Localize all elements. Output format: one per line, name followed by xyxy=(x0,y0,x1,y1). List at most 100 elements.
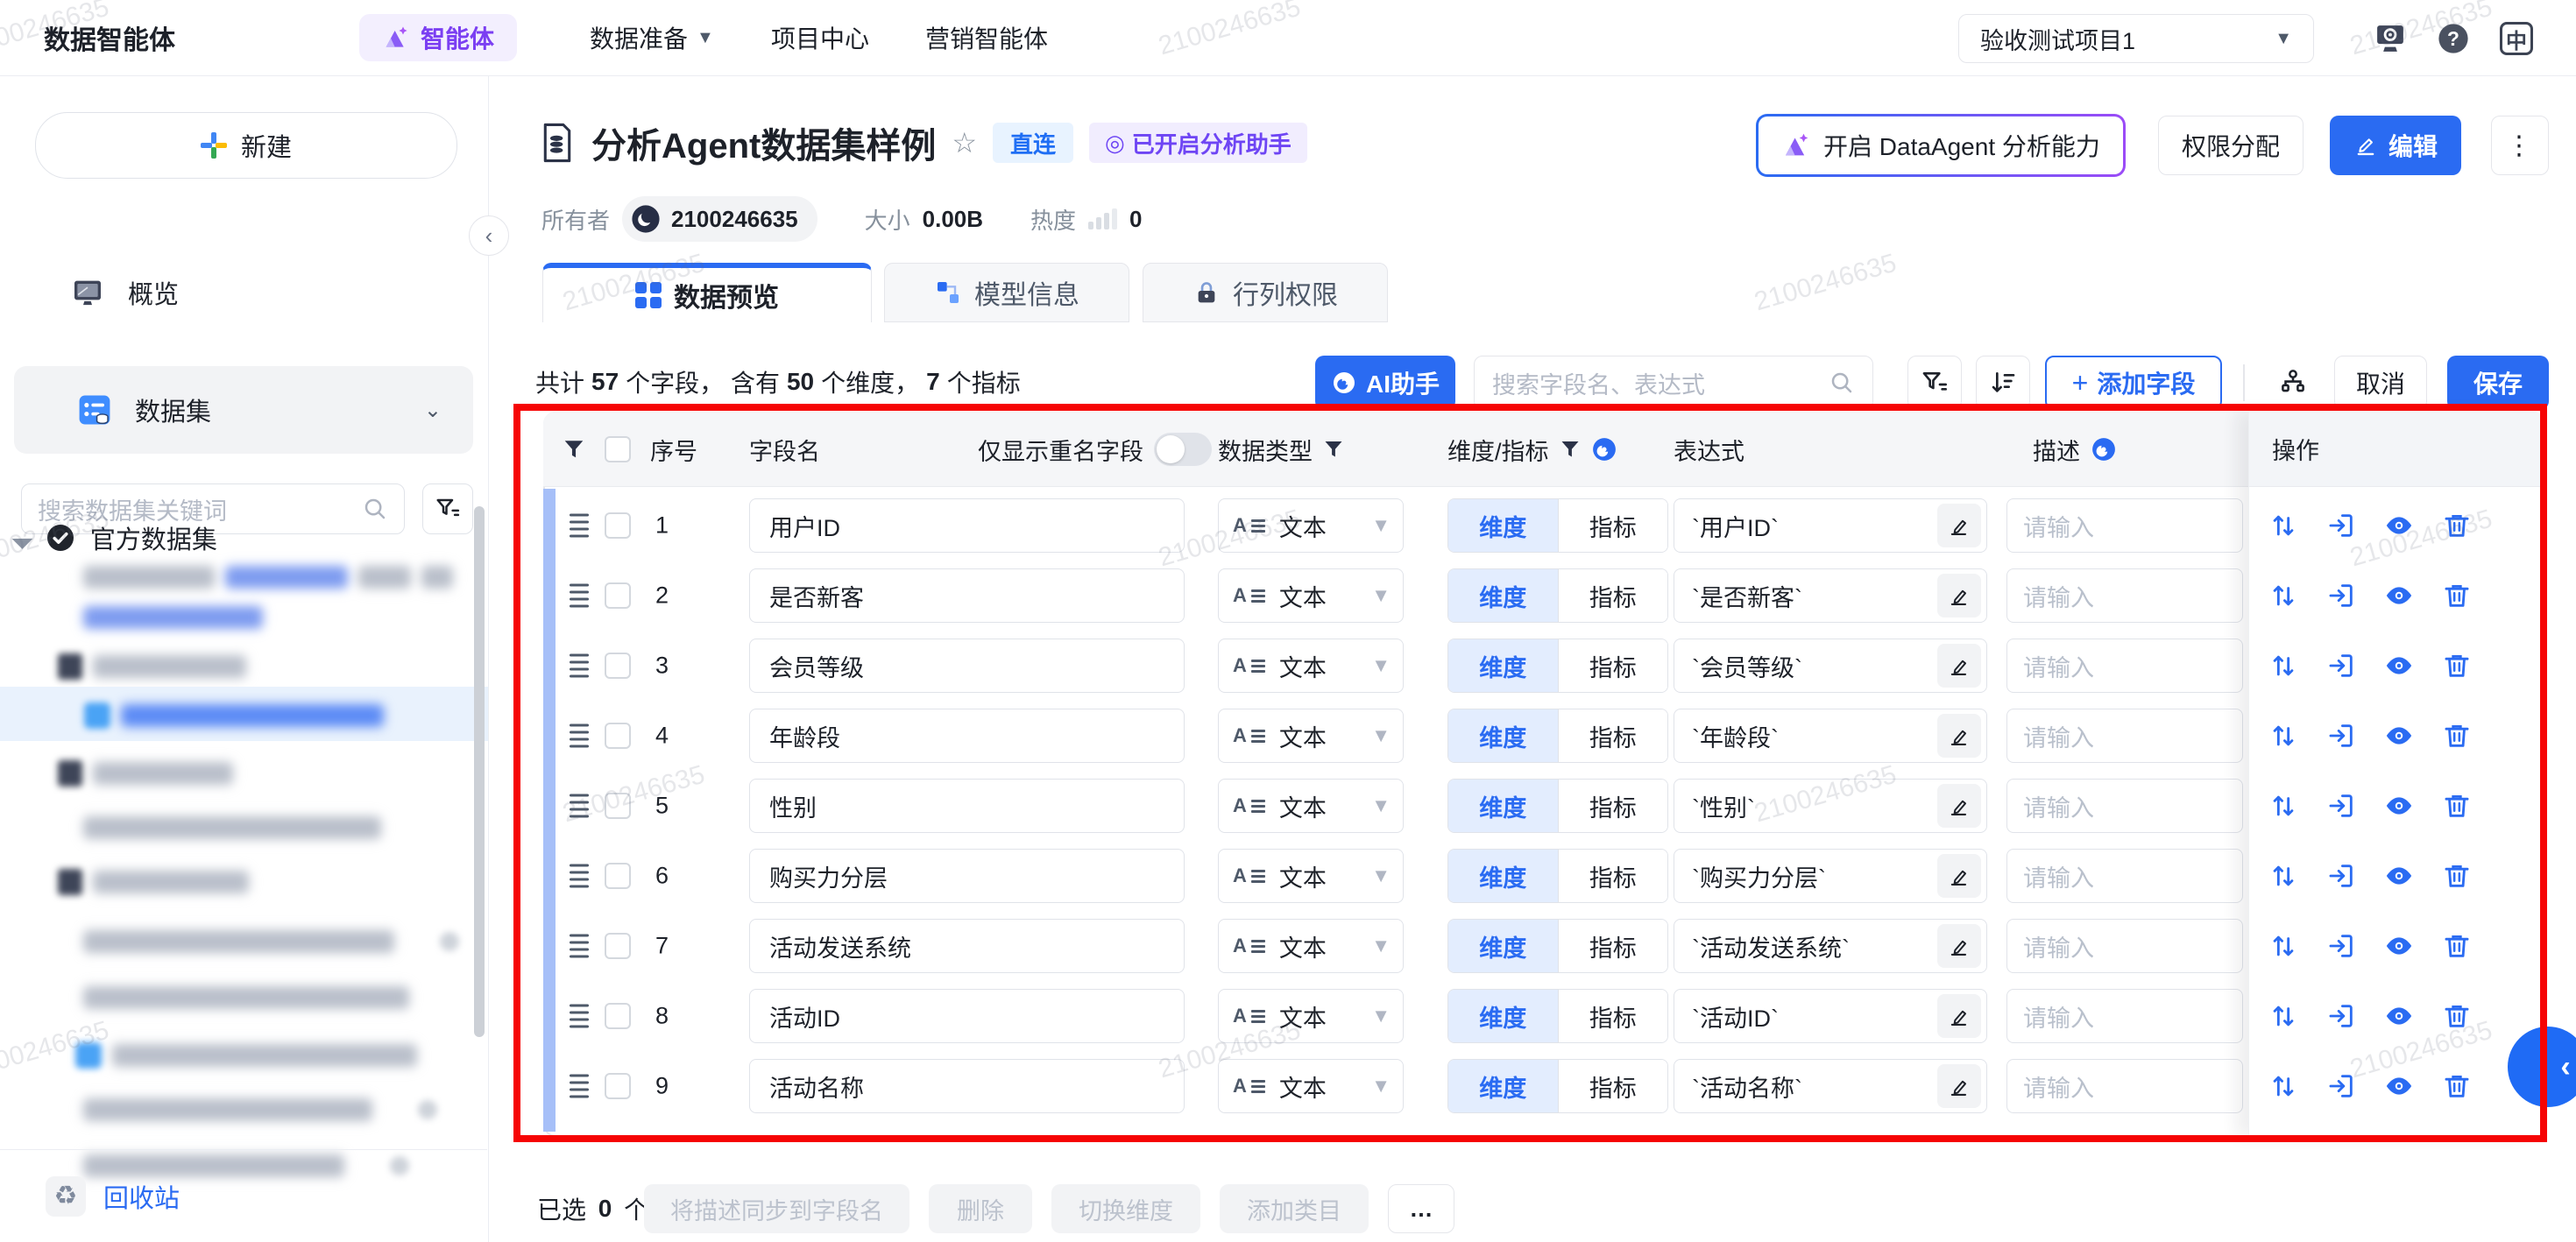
data-type-select[interactable]: A 文本 ▼ xyxy=(1218,568,1404,623)
new-button[interactable]: 新建 xyxy=(35,112,457,179)
visibility-eye-icon[interactable] xyxy=(2384,791,2414,821)
extract-field-icon[interactable] xyxy=(2326,1001,2356,1031)
visibility-eye-icon[interactable] xyxy=(2384,1001,2414,1031)
field-name-input[interactable]: 活动名称 xyxy=(749,1059,1185,1113)
extract-field-icon[interactable] xyxy=(2326,721,2356,751)
sidebar-item-redacted[interactable] xyxy=(75,1042,417,1069)
drag-handle-icon[interactable] xyxy=(570,514,589,538)
dimension-option[interactable]: 维度 xyxy=(1448,1060,1558,1112)
delete-trash-icon[interactable] xyxy=(2442,1071,2472,1101)
delete-trash-icon[interactable] xyxy=(2442,721,2472,751)
expression-input[interactable]: `活动名称` xyxy=(1674,1059,1987,1113)
ai-swirl-icon[interactable] xyxy=(2091,436,2117,462)
add-category-button[interactable]: 添加类目 xyxy=(1220,1184,1369,1233)
field-name-input[interactable]: 性别 xyxy=(749,779,1185,833)
swap-order-icon[interactable] xyxy=(2268,721,2298,751)
tab-data-preview[interactable]: 数据预览 xyxy=(542,263,872,322)
sidebar-item-redacted[interactable] xyxy=(84,702,384,729)
data-type-select[interactable]: A 文本 ▼ xyxy=(1218,709,1404,763)
drag-handle-icon[interactable] xyxy=(570,1075,589,1098)
extract-field-icon[interactable] xyxy=(2326,651,2356,681)
edit-expression-button[interactable] xyxy=(1937,1064,1981,1108)
add-field-button[interactable]: + 添加字段 xyxy=(2045,356,2222,410)
switch-dimension-button[interactable]: 切换维度 xyxy=(1051,1184,1200,1233)
row-checkbox[interactable] xyxy=(605,863,631,889)
language-switch-icon[interactable]: 中 xyxy=(2497,19,2536,58)
description-input[interactable]: 请输入 xyxy=(2006,639,2243,693)
expression-input[interactable]: `年龄段` xyxy=(1674,709,1987,763)
field-name-input[interactable]: 会员等级 xyxy=(749,639,1185,693)
drag-handle-icon[interactable] xyxy=(570,584,589,608)
delete-trash-icon[interactable] xyxy=(2442,511,2472,540)
expression-input[interactable]: `是否新客` xyxy=(1674,568,1987,623)
description-input[interactable]: 请输入 xyxy=(2006,498,2243,553)
expression-input[interactable]: `活动ID` xyxy=(1674,989,1987,1043)
drag-handle-icon[interactable] xyxy=(570,794,589,818)
field-name-input[interactable]: 活动ID xyxy=(749,989,1185,1043)
extract-field-icon[interactable] xyxy=(2326,581,2356,610)
more-footer-button[interactable]: … xyxy=(1388,1184,1454,1233)
enable-dataagent-button[interactable]: 开启 DataAgent 分析能力 xyxy=(1756,114,2126,177)
expression-input[interactable]: `会员等级` xyxy=(1674,639,1987,693)
ai-assistant-button[interactable]: AI助手 xyxy=(1315,356,1455,410)
sidebar-item-redacted[interactable] xyxy=(83,930,459,953)
sidebar-item-redacted[interactable] xyxy=(83,566,453,589)
drag-handle-icon[interactable] xyxy=(570,1005,589,1028)
delete-trash-icon[interactable] xyxy=(2442,581,2472,610)
select-all-checkbox[interactable] xyxy=(605,412,631,487)
data-type-select[interactable]: A 文本 ▼ xyxy=(1218,849,1404,903)
delete-button[interactable]: 删除 xyxy=(929,1184,1032,1233)
swap-order-icon[interactable] xyxy=(2268,931,2298,961)
sidebar-item-dataset[interactable]: 数据集 ⌄ xyxy=(14,366,473,454)
extract-field-icon[interactable] xyxy=(2326,791,2356,821)
ai-swirl-icon[interactable] xyxy=(1591,436,1617,462)
visibility-eye-icon[interactable] xyxy=(2384,651,2414,681)
delete-trash-icon[interactable] xyxy=(2442,791,2472,821)
description-input[interactable]: 请输入 xyxy=(2006,709,2243,763)
data-type-select[interactable]: A 文本 ▼ xyxy=(1218,639,1404,693)
dimension-option[interactable]: 维度 xyxy=(1448,990,1558,1042)
field-name-input[interactable]: 用户ID xyxy=(749,498,1185,553)
sidebar-item-redacted[interactable] xyxy=(83,986,409,1009)
drag-handle-icon[interactable] xyxy=(570,724,589,748)
extract-field-icon[interactable] xyxy=(2326,931,2356,961)
visibility-eye-icon[interactable] xyxy=(2384,931,2414,961)
project-selector[interactable]: 验收测试项目1 ▼ xyxy=(1958,14,2314,63)
dimension-option[interactable]: 维度 xyxy=(1448,499,1558,552)
expression-input[interactable]: `活动发送系统` xyxy=(1674,919,1987,973)
dimension-option[interactable]: 维度 xyxy=(1448,780,1558,832)
edit-expression-button[interactable] xyxy=(1937,854,1981,898)
dimension-option[interactable]: 维度 xyxy=(1448,850,1558,902)
sidebar-item-redacted[interactable] xyxy=(58,760,233,787)
description-input[interactable]: 请输入 xyxy=(2006,989,2243,1043)
metric-option[interactable]: 指标 xyxy=(1558,639,1668,692)
data-type-select[interactable]: A 文本 ▼ xyxy=(1218,498,1404,553)
extract-field-icon[interactable] xyxy=(2326,861,2356,891)
extract-field-icon[interactable] xyxy=(2326,1071,2356,1101)
metric-option[interactable]: 指标 xyxy=(1558,920,1668,972)
drag-handle-icon[interactable] xyxy=(570,935,589,958)
description-input[interactable]: 请输入 xyxy=(2006,849,2243,903)
field-search-input[interactable]: 搜索字段名、表达式 xyxy=(1474,356,1873,410)
nav-tab-project-center[interactable]: 项目中心 xyxy=(771,0,869,75)
swap-order-icon[interactable] xyxy=(2268,1071,2298,1101)
field-name-input[interactable]: 购买力分层 xyxy=(749,849,1185,903)
drag-handle-icon[interactable] xyxy=(570,654,589,678)
nav-tab-marketing[interactable]: 营销智能体 xyxy=(925,0,1048,75)
recycle-bin-item[interactable]: ♻ 回收站 xyxy=(0,1149,487,1242)
sidebar-item-redacted[interactable] xyxy=(58,869,249,895)
help-icon[interactable]: ? xyxy=(2434,19,2473,58)
expression-input[interactable]: `性别` xyxy=(1674,779,1987,833)
row-checkbox[interactable] xyxy=(605,512,631,539)
edit-expression-button[interactable] xyxy=(1937,994,1981,1038)
filter-button[interactable] xyxy=(1907,356,1962,410)
swap-order-icon[interactable] xyxy=(2268,511,2298,540)
row-checkbox[interactable] xyxy=(605,793,631,819)
data-type-select[interactable]: A 文本 ▼ xyxy=(1218,1059,1404,1113)
row-checkbox[interactable] xyxy=(605,933,631,959)
row-checkbox[interactable] xyxy=(605,1003,631,1029)
dimension-option[interactable]: 维度 xyxy=(1448,569,1558,622)
edit-expression-button[interactable] xyxy=(1937,924,1981,968)
sidebar-group-official-dataset[interactable]: ◢ 官方数据集 xyxy=(16,513,471,562)
expression-input[interactable]: `用户ID` xyxy=(1674,498,1987,553)
